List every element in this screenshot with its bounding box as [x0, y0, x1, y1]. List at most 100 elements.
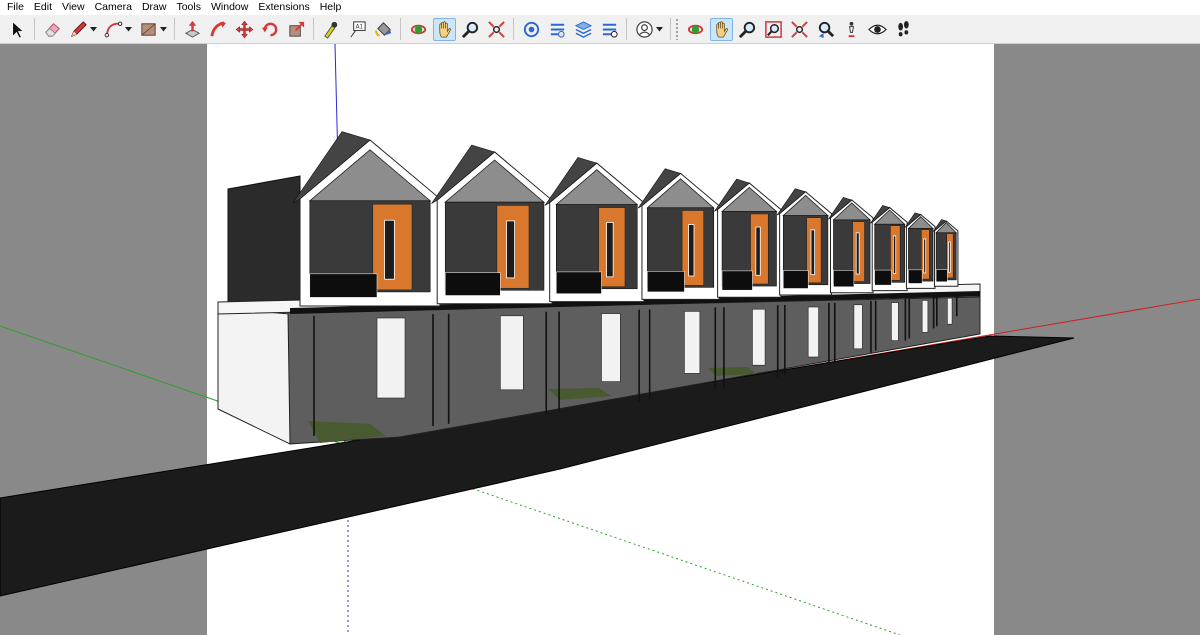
eraser-icon [44, 22, 60, 37]
zoom-extents-icon [790, 20, 808, 38]
camera-zoom-button[interactable] [736, 18, 759, 41]
eye-icon [867, 24, 887, 34]
unit-balcony-rail [444, 272, 501, 296]
menu-camera[interactable]: Camera [90, 0, 137, 15]
extension-manager-icon [602, 23, 618, 38]
menu-help[interactable]: Help [315, 0, 347, 15]
camera-orbit-button[interactable] [684, 18, 707, 41]
unit-balcony-rail [874, 269, 892, 286]
look-around-button[interactable] [866, 18, 889, 41]
zoom-extents-icon [487, 20, 505, 38]
zoom-window-button[interactable] [762, 18, 785, 41]
account-button[interactable] [633, 18, 656, 41]
tape-measure-tool-button[interactable] [320, 18, 343, 41]
menu-draw[interactable]: Draw [137, 0, 172, 15]
walk-button[interactable] [892, 18, 915, 41]
ground-floor-wall [500, 315, 524, 391]
text-tool-button[interactable]: A1 [346, 18, 369, 41]
toolbar-separator [174, 18, 175, 40]
shapes-tool-button[interactable] [137, 18, 160, 41]
line-tool-button[interactable] [67, 18, 90, 41]
line-tool-dropdown[interactable] [89, 18, 98, 41]
chevron-down-icon [125, 26, 132, 31]
position-camera-button[interactable] [840, 18, 863, 41]
eraser-tool-button[interactable] [41, 18, 64, 41]
menu-view[interactable]: View [57, 0, 90, 15]
extension-warehouse-icon [550, 23, 565, 38]
ground-floor-wall [853, 304, 863, 350]
model-scene[interactable] [0, 44, 1200, 635]
zoom-extents-button[interactable] [485, 18, 508, 41]
toolbar-separator [670, 18, 671, 40]
arc-tool-dropdown[interactable] [124, 18, 133, 41]
drawing-viewport[interactable] [0, 44, 1200, 635]
paint-bucket-icon [374, 21, 391, 36]
orbit-icon [687, 24, 703, 34]
zoom-window-icon [764, 20, 782, 38]
hand-icon [438, 20, 451, 37]
toolbar-separator [400, 18, 401, 40]
arrow-cursor-icon [11, 20, 24, 38]
chevron-down-icon [656, 26, 663, 31]
menu-file[interactable]: File [2, 0, 29, 15]
layout-icon [574, 20, 592, 38]
layout-button[interactable] [572, 18, 595, 41]
orbit-tool-button[interactable] [407, 18, 430, 41]
follow-me-tool-button[interactable] [207, 18, 230, 41]
scale-tool-button[interactable] [285, 18, 308, 41]
user-icon [635, 20, 653, 38]
unit-window [506, 220, 515, 279]
unit-window [810, 229, 816, 276]
account-dropdown[interactable] [655, 18, 664, 41]
follow-me-icon [209, 20, 226, 36]
orbit-icon [410, 24, 426, 34]
arc-icon [104, 21, 122, 37]
chevron-down-icon [90, 26, 97, 31]
magnifier-icon [461, 21, 478, 38]
unit-window [755, 226, 761, 276]
ground-floor-wall [891, 302, 899, 341]
push-pull-icon [184, 20, 200, 38]
select-tool-button[interactable] [6, 18, 29, 41]
pencil-icon [70, 20, 87, 37]
arc-tool-button[interactable] [102, 18, 125, 41]
ground-floor-wall [601, 313, 621, 382]
ground-floor-wall [807, 306, 819, 358]
camera-zoom-extents-button[interactable] [788, 18, 811, 41]
footprints-icon [897, 20, 909, 36]
previous-view-icon [818, 21, 834, 38]
zoom-tool-button[interactable] [459, 18, 482, 41]
extension-warehouse-button[interactable] [546, 18, 569, 41]
rotate-tool-button[interactable] [259, 18, 282, 41]
chevron-down-icon [160, 26, 167, 31]
push-pull-tool-button[interactable] [181, 18, 204, 41]
toolbar-grip[interactable] [675, 18, 679, 40]
menu-tools[interactable]: Tools [171, 0, 206, 15]
ground-floor-wall [947, 297, 953, 325]
move-tool-button[interactable] [233, 18, 256, 41]
side-wall-upper [227, 175, 301, 307]
toolbar-separator [513, 18, 514, 40]
ground-floor-wall [752, 308, 766, 366]
extension-manager-button[interactable] [598, 18, 621, 41]
paint-bucket-tool-button[interactable] [372, 18, 395, 41]
previous-view-button[interactable] [814, 18, 837, 41]
position-camera-icon [848, 21, 854, 37]
menu-extensions[interactable]: Extensions [253, 0, 314, 15]
rotate-icon [261, 22, 277, 36]
tape-measure-icon [323, 21, 337, 39]
rectangle-icon [140, 22, 156, 36]
3d-warehouse-button[interactable] [520, 18, 543, 41]
menu-bar: File Edit View Camera Draw Tools Window … [0, 0, 1200, 15]
scale-icon [288, 21, 304, 37]
pan-tool-button[interactable] [432, 17, 456, 41]
menu-edit[interactable]: Edit [29, 0, 57, 15]
unit-balcony-rail [647, 271, 685, 293]
shapes-tool-dropdown[interactable] [159, 18, 168, 41]
camera-pan-button[interactable] [709, 17, 733, 41]
unit-balcony-rail [783, 270, 809, 289]
unit-balcony-rail [309, 273, 378, 298]
unit-window [855, 232, 860, 275]
menu-window[interactable]: Window [206, 0, 253, 15]
toolbar-separator [34, 18, 35, 40]
